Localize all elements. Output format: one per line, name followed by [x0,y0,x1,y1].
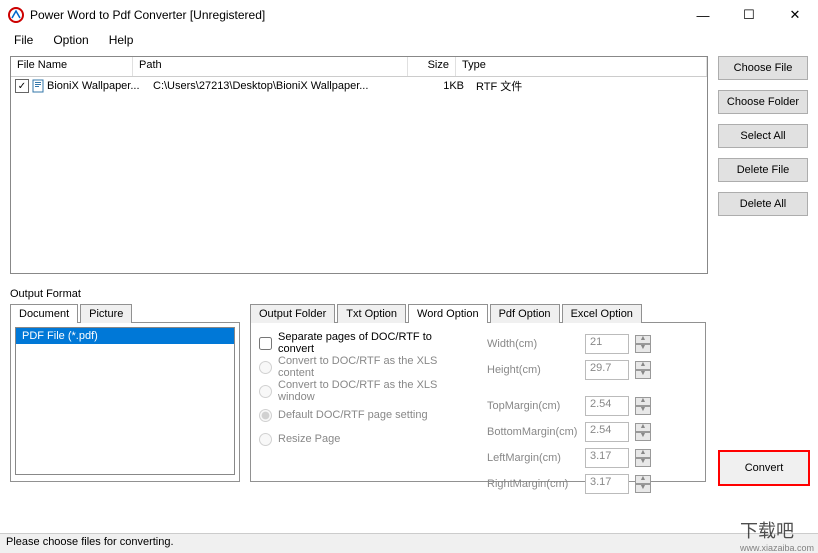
separate-pages-checkbox[interactable] [259,337,272,350]
rtf-file-icon [31,79,45,93]
resize-page-radio [259,433,272,446]
minimize-button[interactable]: — [680,0,726,30]
height-label: Height(cm) [487,364,579,376]
output-format-label: Output Format [10,288,808,300]
cell-size: 1KB [422,80,470,92]
tab-output-folder[interactable]: Output Folder [250,304,335,323]
menu-help[interactable]: Help [101,31,142,49]
bottom-margin-input[interactable]: 2.54 [585,422,629,442]
menu-option[interactable]: Option [45,31,96,49]
height-spinner[interactable]: ▲▼ [635,361,651,379]
titlebar: Power Word to Pdf Converter [Unregistere… [0,0,818,30]
default-page-radio [259,409,272,422]
menu-file[interactable]: File [6,31,41,49]
maximize-button[interactable]: ☐ [726,0,772,30]
window-title: Power Word to Pdf Converter [Unregistere… [30,8,680,22]
menubar: File Option Help [0,30,818,50]
bottom-margin-spinner[interactable]: ▲▼ [635,423,651,441]
width-label: Width(cm) [487,338,579,350]
status-bar: Please choose files for converting. [0,533,818,553]
choose-file-button[interactable]: Choose File [718,56,808,80]
format-panel: PDF File (*.pdf) [10,322,240,482]
right-margin-label: RightMargin(cm) [487,478,579,490]
width-spinner[interactable]: ▲▼ [635,335,651,353]
right-margin-spinner[interactable]: ▲▼ [635,475,651,493]
tab-excel-option[interactable]: Excel Option [562,304,642,323]
tab-pdf-option[interactable]: Pdf Option [490,304,560,323]
resize-page-label: Resize Page [278,433,340,445]
cell-type: RTF 文件 [470,78,707,94]
separate-pages-label: Separate pages of DOC/RTF to convert [278,331,467,355]
col-size[interactable]: Size [408,57,456,76]
top-margin-input[interactable]: 2.54 [585,396,629,416]
row-checkbox[interactable]: ✓ [15,79,29,93]
cell-filename: BioniX Wallpaper... [47,80,147,92]
file-list-header: File Name Path Size Type [11,57,707,77]
height-input[interactable]: 29.7 [585,360,629,380]
col-path[interactable]: Path [133,57,408,76]
width-input[interactable]: 21 [585,334,629,354]
table-row[interactable]: ✓ BioniX Wallpaper... C:\Users\27213\Des… [11,77,707,95]
choose-folder-button[interactable]: Choose Folder [718,90,808,114]
app-icon [8,7,24,23]
left-margin-spinner[interactable]: ▲▼ [635,449,651,467]
tab-txt-option[interactable]: Txt Option [337,304,406,323]
format-item-pdf[interactable]: PDF File (*.pdf) [16,328,234,344]
tab-document[interactable]: Document [10,304,78,323]
file-list[interactable]: File Name Path Size Type ✓ BioniX Wallpa… [10,56,708,274]
left-margin-input[interactable]: 3.17 [585,448,629,468]
xls-window-radio [259,385,272,398]
default-page-label: Default DOC/RTF page setting [278,409,428,421]
xls-window-label: Convert to DOC/RTF as the XLS window [278,379,467,403]
select-all-button[interactable]: Select All [718,124,808,148]
xls-content-radio [259,361,272,374]
tab-word-option[interactable]: Word Option [408,304,488,323]
top-margin-spinner[interactable]: ▲▼ [635,397,651,415]
right-margin-input[interactable]: 3.17 [585,474,629,494]
left-margin-label: LeftMargin(cm) [487,452,579,464]
delete-file-button[interactable]: Delete File [718,158,808,182]
cell-path: C:\Users\27213\Desktop\BioniX Wallpaper.… [147,80,422,92]
col-type[interactable]: Type [456,57,707,76]
top-margin-label: TopMargin(cm) [487,400,579,412]
close-button[interactable]: ✕ [772,0,818,30]
col-filename[interactable]: File Name [11,57,133,76]
xls-content-label: Convert to DOC/RTF as the XLS content [278,355,467,379]
bottom-margin-label: BottomMargin(cm) [487,426,579,438]
tab-picture[interactable]: Picture [80,304,132,323]
convert-button[interactable]: Convert [718,450,810,486]
options-panel: Separate pages of DOC/RTF to convert Con… [250,322,706,482]
delete-all-button[interactable]: Delete All [718,192,808,216]
format-list[interactable]: PDF File (*.pdf) [15,327,235,475]
